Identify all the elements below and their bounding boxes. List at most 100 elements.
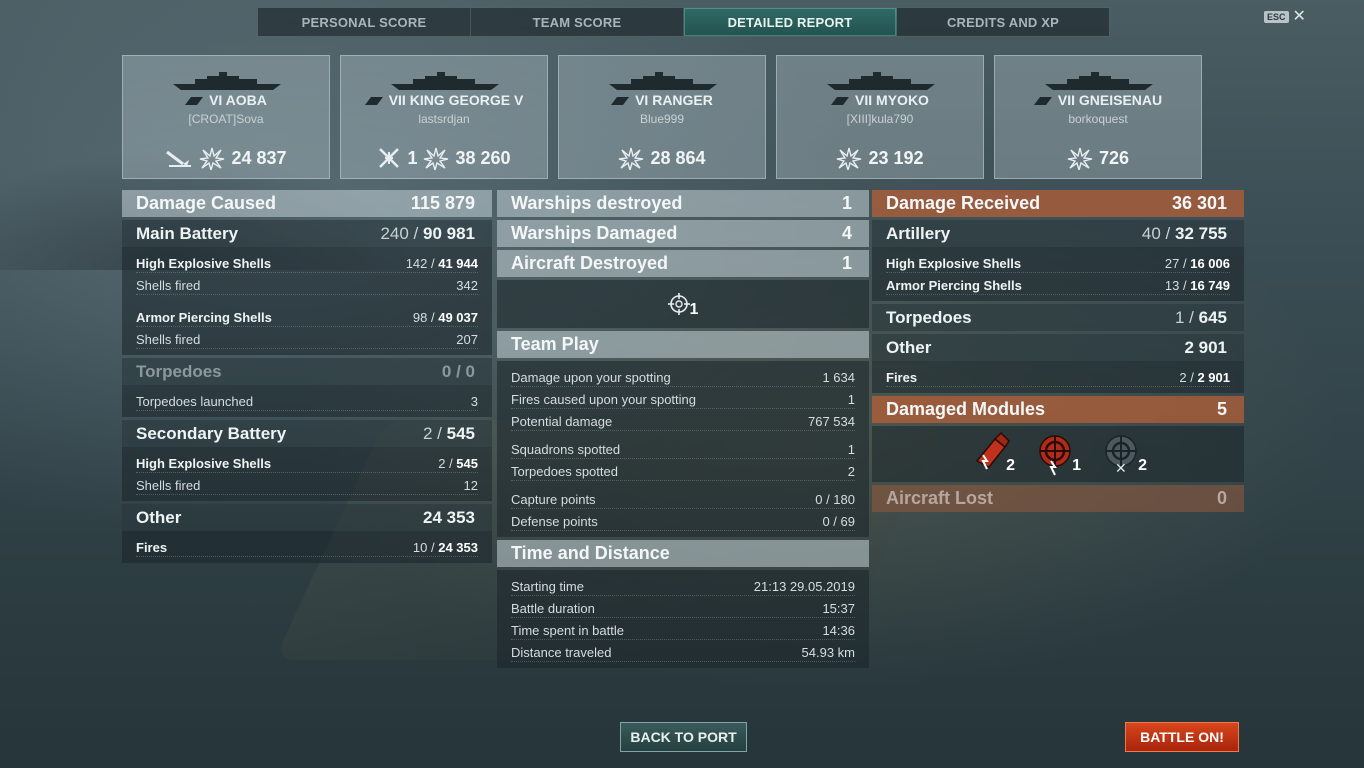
stat-row: High Explosive Shells 27 / 16 006 <box>886 251 1230 273</box>
stat-row: Armor Piercing Shells 98 / 49 037 <box>136 305 478 327</box>
stat-row: Squadrons spotted 1 <box>511 437 855 459</box>
damage-received-panel: Damage Received 36 301 Artillery 40 / 32 7… <box>872 190 1244 515</box>
ship-name: VII KING GEORGE V <box>341 92 547 108</box>
ship-silhouette-icon <box>391 72 499 90</box>
stat-row: Fires 2 / 2 901 <box>886 365 1230 387</box>
secondary-battery-header: Secondary Battery 2 / 545 <box>122 420 492 447</box>
stat-row: High Explosive Shells 2 / 545 <box>136 451 478 473</box>
warships-damaged-header: Warships Damaged 4 <box>497 220 869 247</box>
ship-name: VI RANGER <box>559 92 765 108</box>
ship-card: VI RANGER Blue999 28 864 <box>558 55 766 179</box>
stat-row: Torpedoes spotted 2 <box>511 459 855 481</box>
ship-silhouette-icon <box>173 72 281 90</box>
back-to-port-button[interactable]: BACK TO PORT <box>620 722 747 752</box>
other-header: Other 24 353 <box>122 504 492 531</box>
stat-row: Damage upon your spotting 1 634 <box>511 365 855 387</box>
close-button[interactable]: ESC ✕ <box>1264 8 1306 25</box>
esc-key-label: ESC <box>1264 11 1289 23</box>
battle-on-button[interactable]: BATTLE ON! <box>1125 722 1239 752</box>
ship-stats: 726 <box>995 146 1201 173</box>
turret-damaged-icon: 2 <box>969 431 1015 477</box>
ship-damage-value: 28 864 <box>650 147 706 168</box>
time-distance-header: Time and Distance <box>497 540 869 567</box>
damage-received-header: Damage Received 36 301 <box>872 190 1244 217</box>
ship-card: VII GNEISENAU borkoquest 726 <box>994 55 1202 179</box>
player-name: lastsrdjan <box>418 112 470 126</box>
aircraft-shot-down-count: 1 <box>407 147 418 168</box>
damaged-modules-header: Damaged Modules 5 <box>872 396 1244 423</box>
damage-burst-icon <box>1067 146 1093 173</box>
ship-silhouette-icon <box>609 72 717 90</box>
ship-card: VII KING GEORGE V lastsrdjan 1 38 260 <box>340 55 548 179</box>
aircraft-lost-header: Aircraft Lost 0 <box>872 485 1244 512</box>
ship-card: VII MYOKO [XIII]kula790 23 192 <box>776 55 984 179</box>
ship-name: VII GNEISENAU <box>995 92 1201 108</box>
ship-stats: 28 864 <box>559 146 765 173</box>
stat-row: Fires 10 / 24 353 <box>136 535 478 557</box>
stat-row: Battle duration 15:37 <box>511 596 855 618</box>
crosshair-icon <box>667 293 690 315</box>
damaged-modules-list: 2 1 ✕ 2 <box>872 426 1244 482</box>
ship-class-icon <box>1033 97 1052 106</box>
ship-damage-value: 23 192 <box>868 147 924 168</box>
stat-row: Shells fired 12 <box>136 473 478 495</box>
aircraft-destroyed-icons: 1 <box>497 280 869 328</box>
stat-row: Distance traveled 54.93 km <box>511 640 855 662</box>
steering-damaged-icon: 1 <box>1035 431 1081 477</box>
aircraft-destroyed-header: Aircraft Destroyed 1 <box>497 250 869 277</box>
other-received-header: Other 2 901 <box>872 334 1244 361</box>
ship-class-icon <box>611 97 630 106</box>
stat-row: Fires caused upon your spotting 1 <box>511 387 855 409</box>
ship-card: VI AOBA [CROAT]Sova 24 837 <box>122 55 330 179</box>
stat-row: Shells fired 207 <box>136 327 478 349</box>
damage-burst-icon <box>199 146 225 173</box>
stat-row: Time spent in battle 14:36 <box>511 618 855 640</box>
ship-class-icon <box>364 97 383 106</box>
torpedoes-received-header: Torpedoes 1 / 645 <box>872 304 1244 331</box>
main-battery-header: Main Battery 240 / 90 981 <box>122 220 492 247</box>
report-tabs: PERSONAL SCORE TEAM SCORE DETAILED REPOR… <box>257 7 1110 37</box>
stat-row: Armor Piercing Shells 13 / 16 749 <box>886 273 1230 295</box>
player-name: Blue999 <box>639 112 685 126</box>
torpedo-hit-icon <box>165 146 193 170</box>
ship-damage-value: 38 260 <box>455 147 511 168</box>
ship-silhouette-icon <box>1045 72 1153 90</box>
damage-caused-header: Damage Caused 115 879 <box>122 190 492 217</box>
aircraft-shot-down-icon <box>377 146 401 170</box>
ship-stats: 1 38 260 <box>341 146 547 173</box>
ship-stats: 23 192 <box>777 146 983 173</box>
svg-text:✕: ✕ <box>1115 460 1127 476</box>
damage-burst-icon <box>423 146 449 173</box>
ship-stats: 24 837 <box>123 146 329 173</box>
damage-burst-icon <box>836 146 862 173</box>
close-icon: ✕ <box>1292 8 1306 25</box>
results-panel: Warships destroyed 1 Warships Damaged 4 Ai… <box>497 190 869 671</box>
damage-caused-panel: Damage Caused 115 879 Main Battery 240 / 9… <box>122 190 492 566</box>
team-play-header: Team Play <box>497 331 869 358</box>
tab-personal-score[interactable]: PERSONAL SCORE <box>258 8 471 36</box>
stat-row: Defense points 0 / 69 <box>511 509 855 531</box>
player-name: [XIII]kula790 <box>846 112 914 126</box>
ship-silhouette-icon <box>827 72 935 90</box>
stat-row: Starting time 21:13 29.05.2019 <box>511 574 855 596</box>
stat-row: Potential damage 767 534 <box>511 409 855 431</box>
artillery-header: Artillery 40 / 32 755 <box>872 220 1244 247</box>
stat-row: Capture points 0 / 180 <box>511 487 855 509</box>
stat-row: Shells fired 342 <box>136 273 478 295</box>
player-name: [CROAT]Sova <box>188 112 264 126</box>
torpedo-tube-destroyed-icon: ✕ 2 <box>1101 431 1147 477</box>
warships-destroyed-header: Warships destroyed 1 <box>497 190 869 217</box>
player-name: borkoquest <box>1068 112 1128 126</box>
ship-damage-value: 726 <box>1098 147 1130 168</box>
damage-burst-icon <box>618 146 644 173</box>
ship-damage-value: 24 837 <box>231 147 287 168</box>
stat-row: High Explosive Shells 142 / 41 944 <box>136 251 478 273</box>
stat-row: Torpedoes launched 3 <box>136 389 478 411</box>
torpedoes-header: Torpedoes 0 / 0 <box>122 358 492 385</box>
ship-name: VII MYOKO <box>777 92 983 108</box>
ship-class-icon <box>831 97 850 106</box>
tab-detailed-report[interactable]: DETAILED REPORT <box>684 8 897 36</box>
ship-class-icon <box>185 97 204 106</box>
tab-credits-xp[interactable]: CREDITS AND XP <box>897 8 1109 36</box>
tab-team-score[interactable]: TEAM SCORE <box>471 8 684 36</box>
